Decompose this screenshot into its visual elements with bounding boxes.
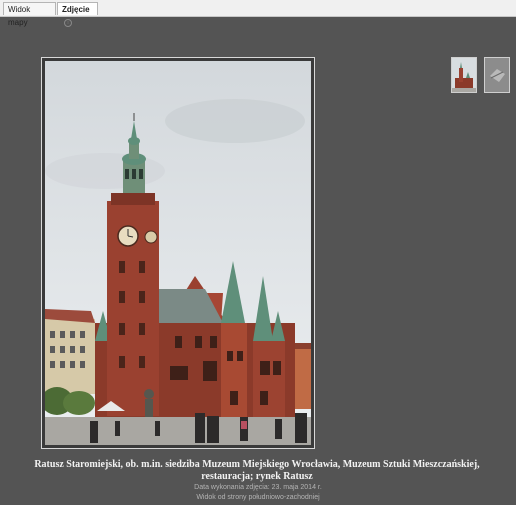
thumbnail-2-image	[485, 58, 509, 92]
town-hall-photo	[45, 61, 311, 445]
tab-map-view[interactable]: Widok mapy	[3, 2, 56, 27]
photo-caption: Ratusz Staromiejski, ob. m.in. siedziba …	[34, 459, 480, 482]
main-photo-frame	[41, 57, 315, 449]
photo-description: Widok od strony południowo-zachodniej	[196, 494, 320, 501]
thumbnail-2[interactable]	[484, 57, 510, 93]
photo-date: Data wykonania zdjęcia: 23. maja 2014 r.	[194, 484, 322, 491]
tab-photo-label: Zdjęcie	[62, 5, 90, 14]
thumbnail-1-image	[452, 58, 476, 92]
close-icon[interactable]: x	[64, 19, 72, 27]
tab-photo[interactable]: Zdjęcie x	[57, 2, 98, 27]
thumbnail-1[interactable]	[451, 57, 477, 93]
tab-bar: Widok mapy Zdjęcie x	[0, 0, 516, 27]
main-photo[interactable]	[45, 61, 311, 445]
tab-map-view-label: Widok mapy	[8, 5, 31, 27]
